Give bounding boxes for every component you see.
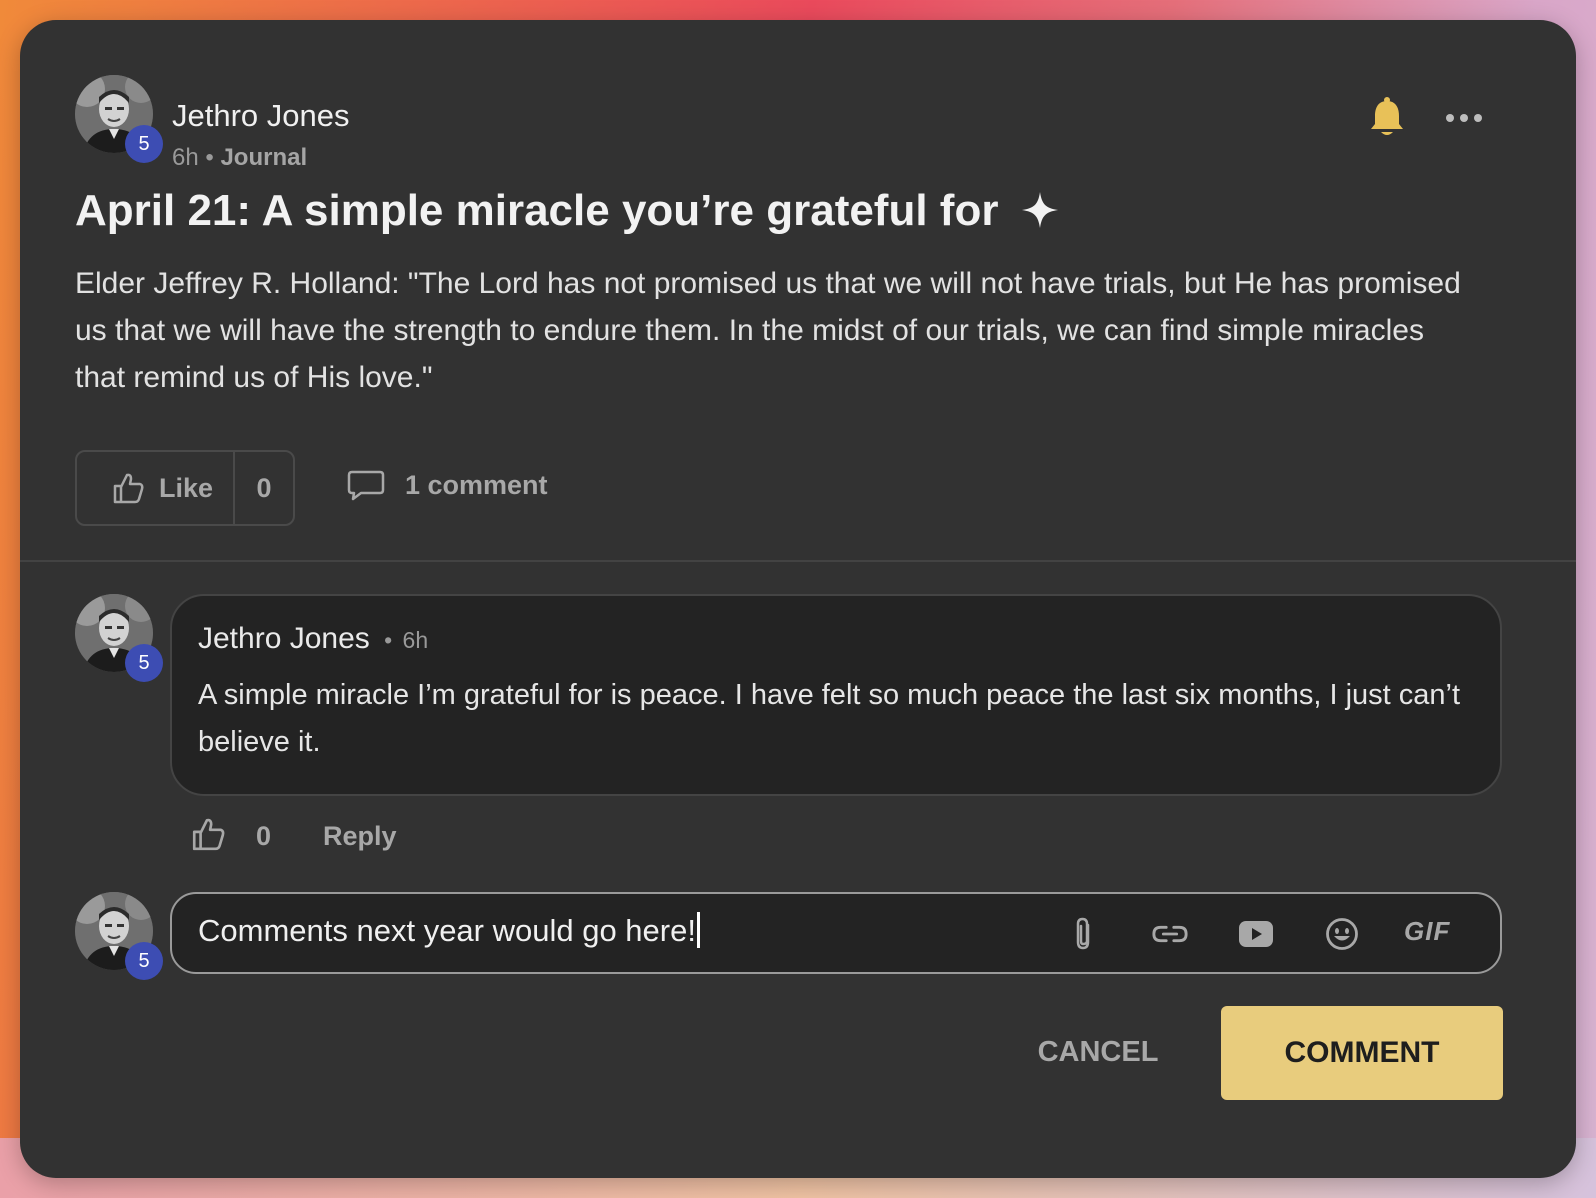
comment-submit-button[interactable]: COMMENT [1221,1006,1503,1100]
comment-input[interactable]: Comments next year would go here! GIF [170,892,1502,974]
thumbs-up-icon [192,818,225,850]
post-meta: 6h • Journal [172,144,307,172]
level-badge: 5 [125,942,163,980]
post-time: 6h [172,144,199,171]
more-options-button[interactable] [1444,104,1484,132]
post-title-text: April 21: A simple miracle you’re gratef… [75,186,999,235]
reply-button[interactable]: Reply [323,821,397,852]
like-control: Like 0 [75,450,295,526]
comment-actions: 0 Reply [190,816,397,856]
comment-count-label: 1 comment [405,469,548,500]
insert-emoji-button[interactable] [1322,914,1362,954]
insert-video-button[interactable] [1236,914,1276,954]
comment-text: A simple miracle I’m grateful for is pea… [198,679,1461,758]
post-author-avatar[interactable]: 5 [75,75,163,163]
like-count[interactable]: 0 [235,473,293,504]
like-button[interactable]: Like [77,452,235,524]
cancel-button[interactable]: CANCEL [1020,1024,1176,1080]
thumbs-up-icon [113,473,144,504]
level-badge: 5 [125,125,163,163]
divider [20,560,1576,562]
comment-author-name[interactable]: Jethro Jones [198,622,370,655]
post-category-link[interactable]: Journal [220,144,307,171]
post-author-name[interactable]: Jethro Jones [172,98,350,134]
level-badge: 5 [125,644,163,682]
comment-bubble: Jethro Jones • 6h A simple miracle I’m g… [170,594,1502,796]
attach-file-button[interactable] [1064,914,1104,954]
comment-like-button[interactable] [190,816,226,857]
comments-toggle[interactable]: 1 comment [347,468,548,502]
comment-time: 6h [402,627,429,653]
insert-gif-button[interactable]: GIF [1404,916,1450,947]
comment-author-avatar[interactable]: 5 [75,594,163,682]
comment-header: Jethro Jones • 6h [198,622,428,656]
text-caret [696,912,700,948]
meta-separator: • [205,144,214,171]
comment-input-value: Comments next year would go here! [198,913,696,948]
post-body: Elder Jeffrey R. Holland: "The Lord has … [75,267,1461,394]
comment-bubble-icon [347,470,385,501]
composer-avatar: 5 [75,892,163,980]
post-card: 5 Jethro Jones 6h • Journal April 21: A … [20,20,1576,1178]
comment-separator: • [384,627,393,653]
notification-bell-button[interactable] [1368,96,1406,138]
like-label: Like [159,472,214,503]
youtube-icon [1239,921,1273,947]
post-title: April 21: A simple miracle you’re gratef… [75,186,1059,240]
bell-icon [1371,97,1403,135]
more-horizontal-icon [1446,114,1482,122]
insert-link-button[interactable] [1150,914,1190,954]
comment-input-text[interactable]: Comments next year would go here! [198,912,700,949]
comment-like-count[interactable]: 0 [256,821,271,852]
paperclip-icon [1076,917,1090,950]
sparkle-icon [1021,190,1059,240]
emoji-icon [1326,918,1358,950]
link-icon [1152,925,1188,943]
